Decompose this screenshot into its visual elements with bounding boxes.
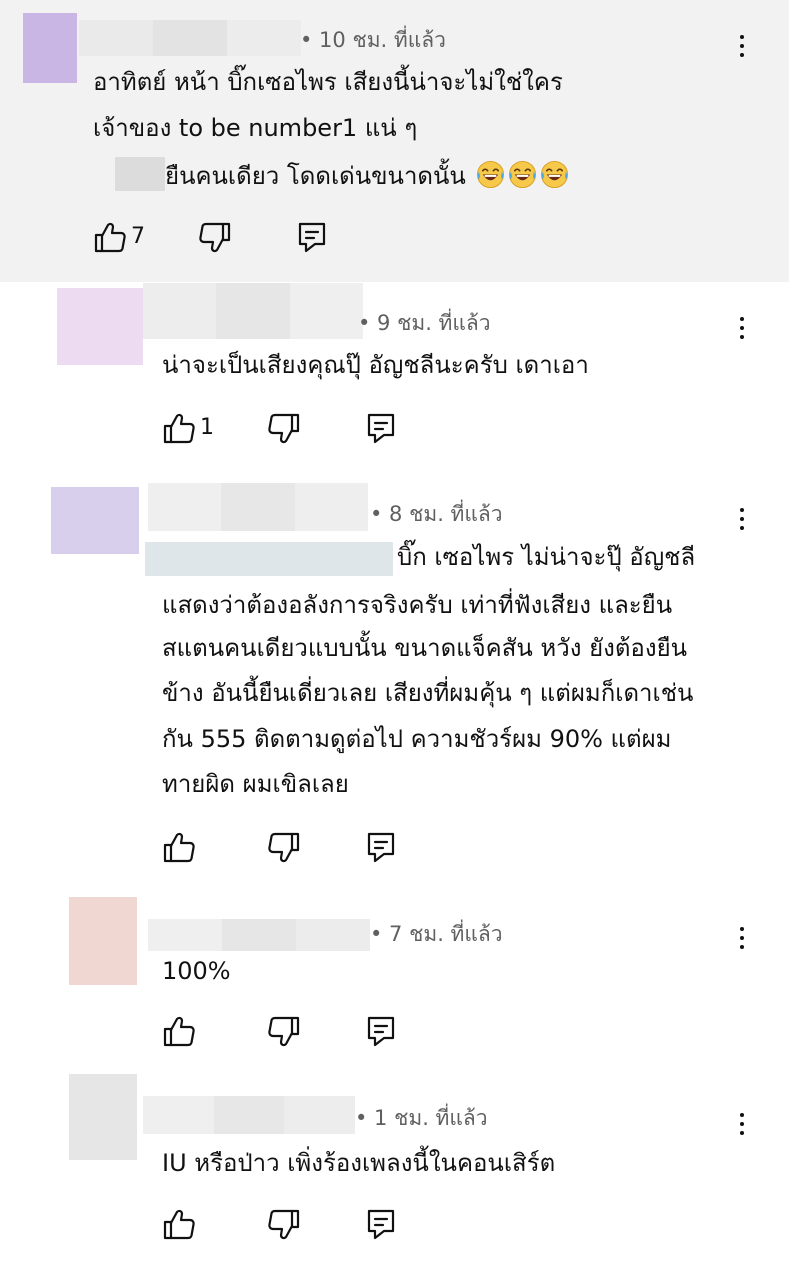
thumb-down-icon[interactable] — [268, 831, 302, 865]
comment-text-line: อาทิตย์ หน้า บิ๊กเซอไพร เสียงนี้น่าจะไม่… — [93, 68, 563, 96]
face-with-tears-of-joy-icon — [476, 160, 506, 189]
comment-text-line: กัน 555 ติดตามดูต่อไป ความชัวร์ผม 90% แต… — [162, 725, 672, 753]
thumb-down-icon[interactable] — [268, 1208, 302, 1242]
reply-icon[interactable] — [295, 220, 329, 254]
comment-text-line: บิ๊ก เซอไพร ไม่น่าจะปุ๊ อัญชลี — [397, 543, 696, 571]
like-count: 1 — [200, 415, 214, 440]
reply-icon[interactable] — [364, 411, 398, 445]
face-with-tears-of-joy-icon — [540, 160, 570, 189]
comment-text-line: น่าจะเป็นเสียงคุณปุ๊ อัญชลีนะครับ เดาเอา — [162, 351, 589, 379]
reply-icon[interactable] — [364, 830, 398, 864]
comment-timestamp: • 8 ชม. ที่แล้ว — [370, 502, 503, 526]
thumb-up-icon[interactable] — [161, 411, 195, 445]
comment-timestamp: • 10 ชม. ที่แล้ว — [300, 28, 446, 52]
comment: • 1 ชม. ที่แล้ว IU หรือป่าว เพิ่งร้องเพล… — [0, 1072, 789, 1280]
comment-timestamp: • 9 ชม. ที่แล้ว — [358, 311, 491, 335]
author-name-redacted[interactable] — [148, 919, 370, 951]
comment-text-line: แสดงว่าต้องอลังการจริงครับ เท่าที่ฟังเสี… — [162, 591, 673, 619]
author-name-redacted[interactable] — [79, 20, 301, 56]
comment-text-line: IU หรือป่าว เพิ่งร้องเพลงนี้ในคอนเสิร์ต — [162, 1149, 556, 1177]
more-options-button[interactable] — [727, 24, 757, 68]
author-name-redacted[interactable] — [143, 283, 363, 339]
reply-icon[interactable] — [364, 1014, 398, 1048]
redacted-mention — [145, 542, 393, 576]
avatar[interactable] — [51, 487, 139, 554]
thumb-up-icon[interactable] — [161, 830, 195, 864]
avatar[interactable] — [69, 1074, 137, 1160]
comment-highlighted: • 10 ชม. ที่แล้ว อาทิตย์ หน้า บิ๊กเซอไพร… — [0, 0, 789, 282]
comment-timestamp: • 7 ชม. ที่แล้ว — [370, 922, 503, 946]
comment-text-line: ทายผิด ผมเขิลเลย — [162, 770, 349, 798]
avatar[interactable] — [69, 897, 137, 985]
more-options-button[interactable] — [727, 1102, 757, 1146]
more-options-button[interactable] — [727, 497, 757, 541]
comment-text-line: 100% — [162, 957, 231, 985]
comment-timestamp: • 1 ชม. ที่แล้ว — [355, 1106, 488, 1130]
face-with-tears-of-joy-icon — [508, 160, 538, 189]
like-count: 7 — [131, 224, 145, 249]
thumb-down-icon[interactable] — [199, 221, 233, 255]
author-name-redacted[interactable] — [148, 483, 368, 531]
thumb-down-icon[interactable] — [268, 1015, 302, 1049]
thumb-up-icon[interactable] — [161, 1014, 195, 1048]
thumb-down-icon[interactable] — [268, 412, 302, 446]
avatar[interactable] — [23, 13, 77, 83]
comment-text-line: สแตนคนเดียวแบบนั้น ขนาดแจ็คสัน หวัง ยังต… — [162, 634, 688, 662]
reply-icon[interactable] — [364, 1207, 398, 1241]
avatar[interactable] — [57, 288, 143, 365]
thumb-up-icon[interactable] — [161, 1207, 195, 1241]
comment-text-line: เจ้าของ to be number1 แน่ ๆ — [93, 114, 418, 142]
thumb-up-icon[interactable] — [92, 220, 126, 254]
comment: • 8 ชม. ที่แล้ว บิ๊ก เซอไพร ไม่น่าจะปุ๊ … — [0, 472, 789, 882]
author-name-redacted[interactable] — [143, 1096, 356, 1134]
comment-text-span: ยืนคนเดียว โดดเด่นขนาดนั้น — [165, 162, 466, 190]
more-options-button[interactable] — [727, 306, 757, 350]
comment: • 7 ชม. ที่แล้ว 100% — [0, 882, 789, 1072]
more-options-button[interactable] — [727, 916, 757, 960]
comment-text-line: ข้าง อันนี้ยืนเดี่ยวเลย เสียงที่ผมคุ้น ๆ… — [162, 679, 694, 707]
redacted-mention — [115, 157, 165, 191]
comment: • 9 ชม. ที่แล้ว น่าจะเป็นเสียงคุณปุ๊ อัญ… — [0, 282, 789, 472]
comment-text-line: ยืนคนเดียว โดดเด่นขนาดนั้น — [165, 160, 570, 191]
